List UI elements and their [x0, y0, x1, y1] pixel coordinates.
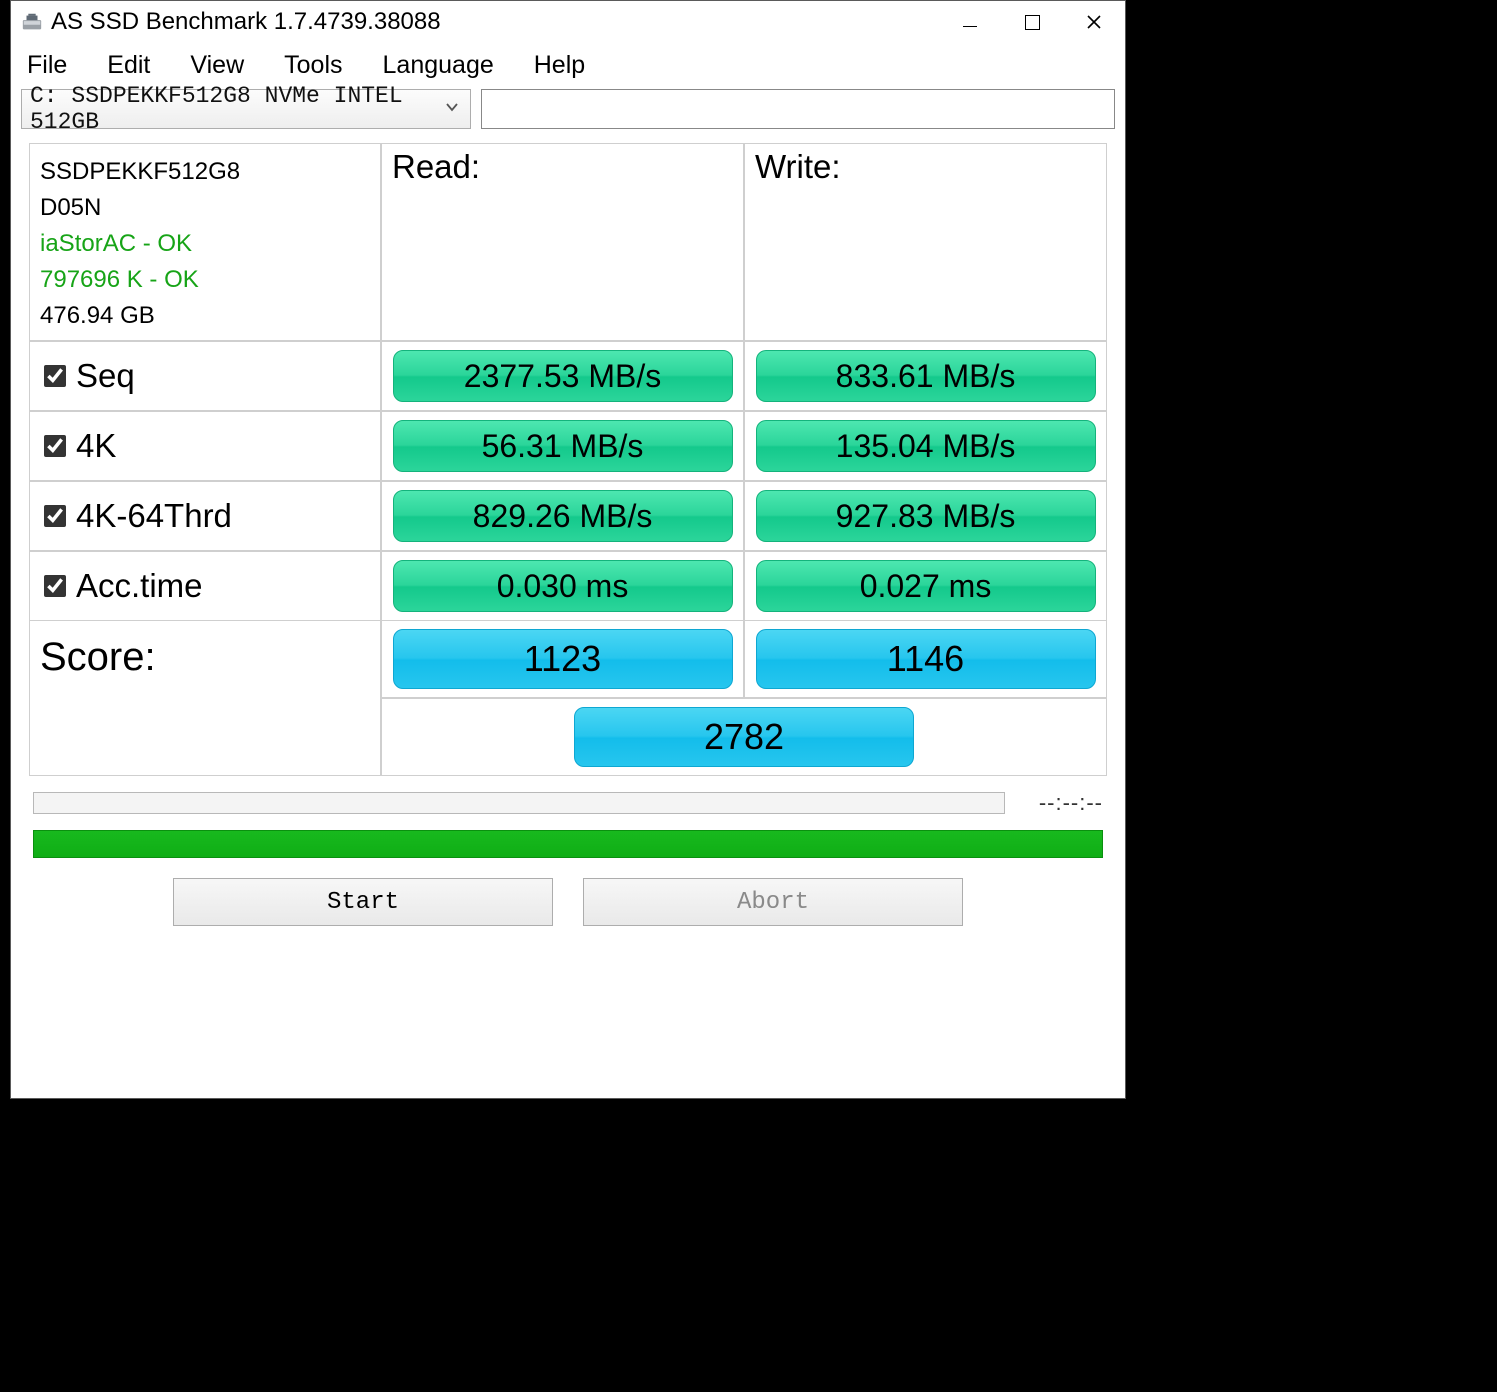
status-row: --:--:-- — [33, 790, 1103, 816]
seq-read-value: 2377.53 MB/s — [393, 350, 733, 402]
test-row-4k64: 4K-64Thrd — [30, 480, 380, 550]
menu-file[interactable]: File — [15, 47, 87, 84]
seq-label: Seq — [76, 357, 135, 395]
menu-help[interactable]: Help — [514, 47, 605, 84]
drive-select[interactable]: C: SSDPEKKF512G8 NVMe INTEL 512GB — [21, 89, 471, 129]
device-model: SSDPEKKF512G8 — [40, 154, 240, 190]
4k-write-cell: 135.04 MB/s — [743, 410, 1106, 480]
window-controls — [939, 1, 1125, 43]
4k-label: 4K — [76, 427, 116, 465]
window-title: AS SSD Benchmark 1.7.4739.38088 — [51, 8, 939, 36]
device-info-cell: SSDPEKKF512G8 D05N iaStorAC - OK 797696 … — [30, 144, 380, 340]
drive-row: C: SSDPEKKF512G8 NVMe INTEL 512GB — [11, 87, 1125, 135]
start-button[interactable]: Start — [173, 878, 553, 926]
acc-write-cell: 0.027 ms — [743, 550, 1106, 620]
seq-read-cell: 2377.53 MB/s — [380, 340, 743, 410]
acc-read-value: 0.030 ms — [393, 560, 733, 612]
acc-checkbox[interactable] — [44, 575, 66, 597]
test-row-seq: Seq — [30, 340, 380, 410]
4k64-checkbox[interactable] — [44, 505, 66, 527]
score-total-value: 2782 — [574, 707, 914, 767]
titlebar[interactable]: AS SSD Benchmark 1.7.4739.38088 — [11, 1, 1125, 43]
4k64-write-value: 927.83 MB/s — [756, 490, 1096, 542]
menu-edit[interactable]: Edit — [87, 47, 170, 84]
minimize-button[interactable] — [939, 1, 1001, 43]
4k-checkbox[interactable] — [44, 435, 66, 457]
elapsed-time: --:--:-- — [1023, 790, 1103, 816]
chevron-down-icon — [444, 96, 460, 122]
score-read-cell: 1123 — [380, 621, 743, 697]
menubar: File Edit View Tools Language Help — [11, 43, 1125, 87]
4k64-label: 4K-64Thrd — [76, 497, 232, 535]
close-icon — [1086, 14, 1102, 30]
button-row: Start Abort — [33, 878, 1103, 926]
device-alignment-status: 797696 K - OK — [40, 262, 240, 298]
menu-view[interactable]: View — [170, 47, 264, 84]
menu-language[interactable]: Language — [363, 47, 514, 84]
4k-read-cell: 56.31 MB/s — [380, 410, 743, 480]
drive-select-value: C: SSDPEKKF512G8 NVMe INTEL 512GB — [30, 83, 470, 135]
seq-write-cell: 833.61 MB/s — [743, 340, 1106, 410]
seq-checkbox[interactable] — [44, 365, 66, 387]
device-firmware: D05N — [40, 190, 240, 226]
score-write-cell: 1146 — [743, 621, 1106, 697]
seq-write-value: 833.61 MB/s — [756, 350, 1096, 402]
4k-read-value: 56.31 MB/s — [393, 420, 733, 472]
app-icon — [21, 11, 43, 33]
maximize-button[interactable] — [1001, 1, 1063, 43]
score-write-value: 1146 — [756, 629, 1096, 689]
4k64-read-value: 829.26 MB/s — [393, 490, 733, 542]
score-read-value: 1123 — [393, 629, 733, 689]
score-label: Score: — [30, 621, 380, 775]
4k64-write-cell: 927.83 MB/s — [743, 480, 1106, 550]
path-input[interactable] — [481, 89, 1115, 129]
score-total-cell: 2782 — [380, 697, 1106, 775]
acc-label: Acc.time — [76, 567, 203, 605]
write-header: Write: — [743, 144, 1106, 340]
read-header: Read: — [380, 144, 743, 340]
device-capacity: 476.94 GB — [40, 298, 240, 334]
device-driver-status: iaStorAC - OK — [40, 226, 240, 262]
score-area: Score: 1123 1146 2782 — [29, 621, 1107, 776]
results-grid: SSDPEKKF512G8 D05N iaStorAC - OK 797696 … — [29, 143, 1107, 621]
4k64-read-cell: 829.26 MB/s — [380, 480, 743, 550]
close-button[interactable] — [1063, 1, 1125, 43]
test-row-acc: Acc.time — [30, 550, 380, 620]
4k-write-value: 135.04 MB/s — [756, 420, 1096, 472]
acc-read-cell: 0.030 ms — [380, 550, 743, 620]
app-window: AS SSD Benchmark 1.7.4739.38088 File Edi… — [10, 0, 1126, 1099]
acc-write-value: 0.027 ms — [756, 560, 1096, 612]
sub-progress-bar — [33, 792, 1005, 814]
test-row-4k: 4K — [30, 410, 380, 480]
overall-progress-bar — [33, 830, 1103, 858]
abort-button: Abort — [583, 878, 963, 926]
menu-tools[interactable]: Tools — [264, 47, 362, 84]
